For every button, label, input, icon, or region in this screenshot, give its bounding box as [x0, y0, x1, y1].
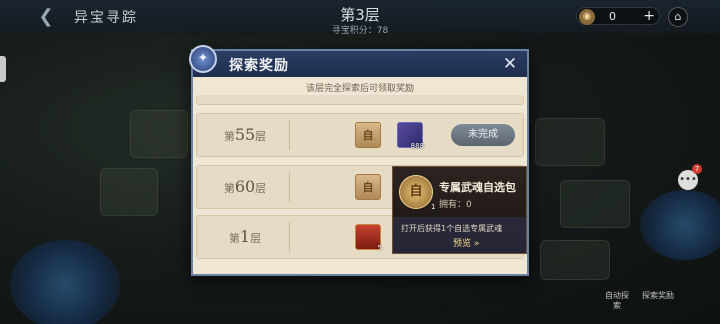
reward-row-partial	[196, 95, 524, 105]
tooltip-title: 专属武魂自选包	[439, 181, 516, 194]
selection-pack-icon: 自	[399, 175, 433, 209]
close-button[interactable]: ✕	[499, 53, 521, 75]
item-qty: 888	[410, 142, 424, 150]
item-qty: 5	[377, 244, 382, 252]
floor-number: 1	[239, 227, 251, 246]
row-divider	[289, 120, 290, 150]
floor-prefix: 第	[223, 130, 235, 143]
preview-link[interactable]: 预览 »	[453, 236, 479, 249]
coin-icon: ◉	[579, 9, 595, 25]
close-icon: ✕	[502, 54, 518, 74]
modal-header: ✦ 探索奖励 ✕	[189, 45, 527, 77]
floor-label: 第55层	[209, 114, 281, 156]
row-divider	[289, 172, 290, 202]
compass-icon: ✦	[189, 45, 217, 73]
reward-item-card[interactable]: 5	[355, 224, 382, 252]
top-bar: ❮ 异宝寻踪 第3层 寻宝积分：78 ◉ 0 + ⌂	[0, 0, 720, 36]
row-divider	[289, 222, 290, 252]
tooltip-owned: 拥有：0	[439, 200, 472, 210]
chat-icon: •••	[679, 174, 697, 185]
explore-reward-button[interactable]: 探索奖励	[641, 291, 675, 317]
reward-item-selection-pack[interactable]: 自	[355, 122, 381, 148]
floor-label: 第1层	[209, 216, 281, 258]
floor-suffix: 层	[255, 182, 267, 195]
home-button[interactable]: ⌂	[668, 7, 688, 27]
tooltip-description: 打开后获得1个自选专属武魂	[401, 224, 503, 233]
item-label: 自	[362, 181, 374, 194]
item-tooltip: 自 1 专属武魂自选包 拥有：0 打开后获得1个自选专属武魂 预览 »	[392, 166, 527, 254]
floor-number: 55	[234, 125, 256, 144]
floor-number: 60	[234, 177, 256, 196]
reward-row: 第55层 自 888 未完成	[196, 113, 524, 157]
currency-value: 0	[609, 10, 616, 23]
floor-prefix: 第	[223, 182, 235, 195]
home-icon: ⌂	[674, 10, 682, 23]
auto-explore-button[interactable]: 自动探索	[604, 291, 630, 317]
floor-prefix: 第	[228, 232, 240, 245]
modal-title: 探索奖励	[229, 58, 289, 74]
side-handle[interactable]	[0, 56, 6, 82]
currency-display: ◉ 0 +	[576, 7, 660, 25]
reward-item-crystal[interactable]: 888	[397, 122, 424, 150]
chat-badge: 7	[692, 164, 702, 174]
floor-suffix: 层	[250, 232, 262, 245]
tooltip-item-qty: 1	[431, 203, 436, 211]
item-label: 自	[362, 129, 374, 142]
status-incomplete-button[interactable]: 未完成	[451, 124, 515, 146]
floor-label: 第60层	[209, 166, 281, 208]
reward-item-selection-pack[interactable]: 自	[355, 174, 381, 200]
add-currency-button[interactable]: +	[643, 8, 655, 24]
floor-suffix: 层	[255, 130, 267, 143]
modal-subtitle: 该层完全探索后可领取奖励	[305, 84, 414, 94]
